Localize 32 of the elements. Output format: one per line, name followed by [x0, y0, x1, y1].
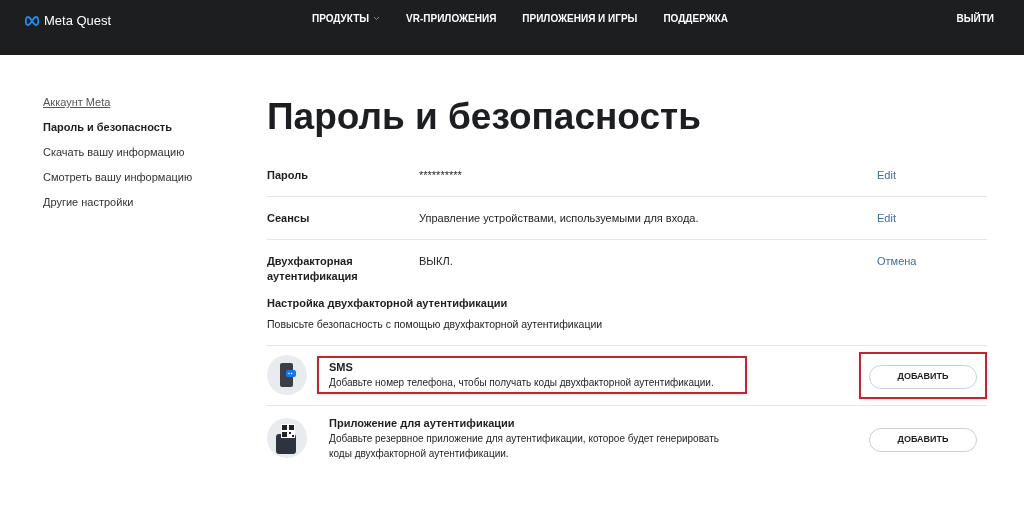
setting-value: Управление устройствами, используемыми для входа.	[419, 211, 700, 226]
method-description: Добавьте резервное приложение для аутентификации, которое будет генерировать коды двухфакторной аутентификации.	[329, 431, 720, 461]
nav-link[interactable]: ПРИЛОЖЕНИЯ И ИГРЫ	[522, 11, 638, 26]
method-title: SMS	[329, 360, 354, 376]
setting-action-link[interactable]: Edit	[877, 211, 987, 226]
setting-label: Сеансы	[267, 211, 311, 226]
setting-action-link[interactable]: Edit	[877, 168, 987, 183]
qr-code-phone-icon	[267, 418, 307, 459]
setting-value: **********	[419, 168, 463, 183]
sidebar-link[interactable]: Пароль и безопасность	[43, 120, 267, 135]
setting-label: Двухфакторная аутентификация	[267, 254, 359, 284]
infinity-logo-icon	[24, 15, 40, 26]
logo-text[interactable]: Meta Quest	[44, 11, 112, 31]
add-button[interactable]: ДОБАВИТЬ	[869, 364, 977, 389]
nav-link[interactable]: VR-ПРИЛОЖЕНИЯ	[406, 11, 497, 26]
page-title: Пароль и безопасность	[267, 95, 702, 139]
sidebar-link[interactable]: Другие настройки	[43, 195, 267, 210]
sidebar-link[interactable]: Аккаунт Meta	[43, 95, 267, 110]
nav-link[interactable]: ПОДДЕРЖКА	[663, 11, 729, 26]
setting-action-link[interactable]: Отмена	[877, 254, 987, 269]
add-button[interactable]: ДОБАВИТЬ	[869, 427, 977, 452]
logout-link[interactable]: ВЫЙТИ	[956, 11, 994, 26]
phone-message-icon	[267, 355, 307, 396]
method-title: Приложение для аутентификации	[329, 415, 516, 431]
method-description: Добавьте номер телефона, чтобы получать коды двухфакторной аутентификации.	[329, 376, 715, 391]
section-heading: Настройка двухфакторной аутентификации	[267, 296, 509, 311]
setting-label: Пароль	[267, 168, 309, 183]
setting-value: ВЫКЛ.	[419, 254, 454, 269]
section-description: Повысьте безопасность с помощью двухфакторной аутентификации	[267, 317, 604, 331]
sidebar-link[interactable]: Смотреть вашу информацию	[43, 170, 267, 185]
nav-link[interactable]: ПРОДУКТЫ	[312, 11, 381, 26]
sidebar-link[interactable]: Скачать вашу информацию	[43, 145, 267, 160]
